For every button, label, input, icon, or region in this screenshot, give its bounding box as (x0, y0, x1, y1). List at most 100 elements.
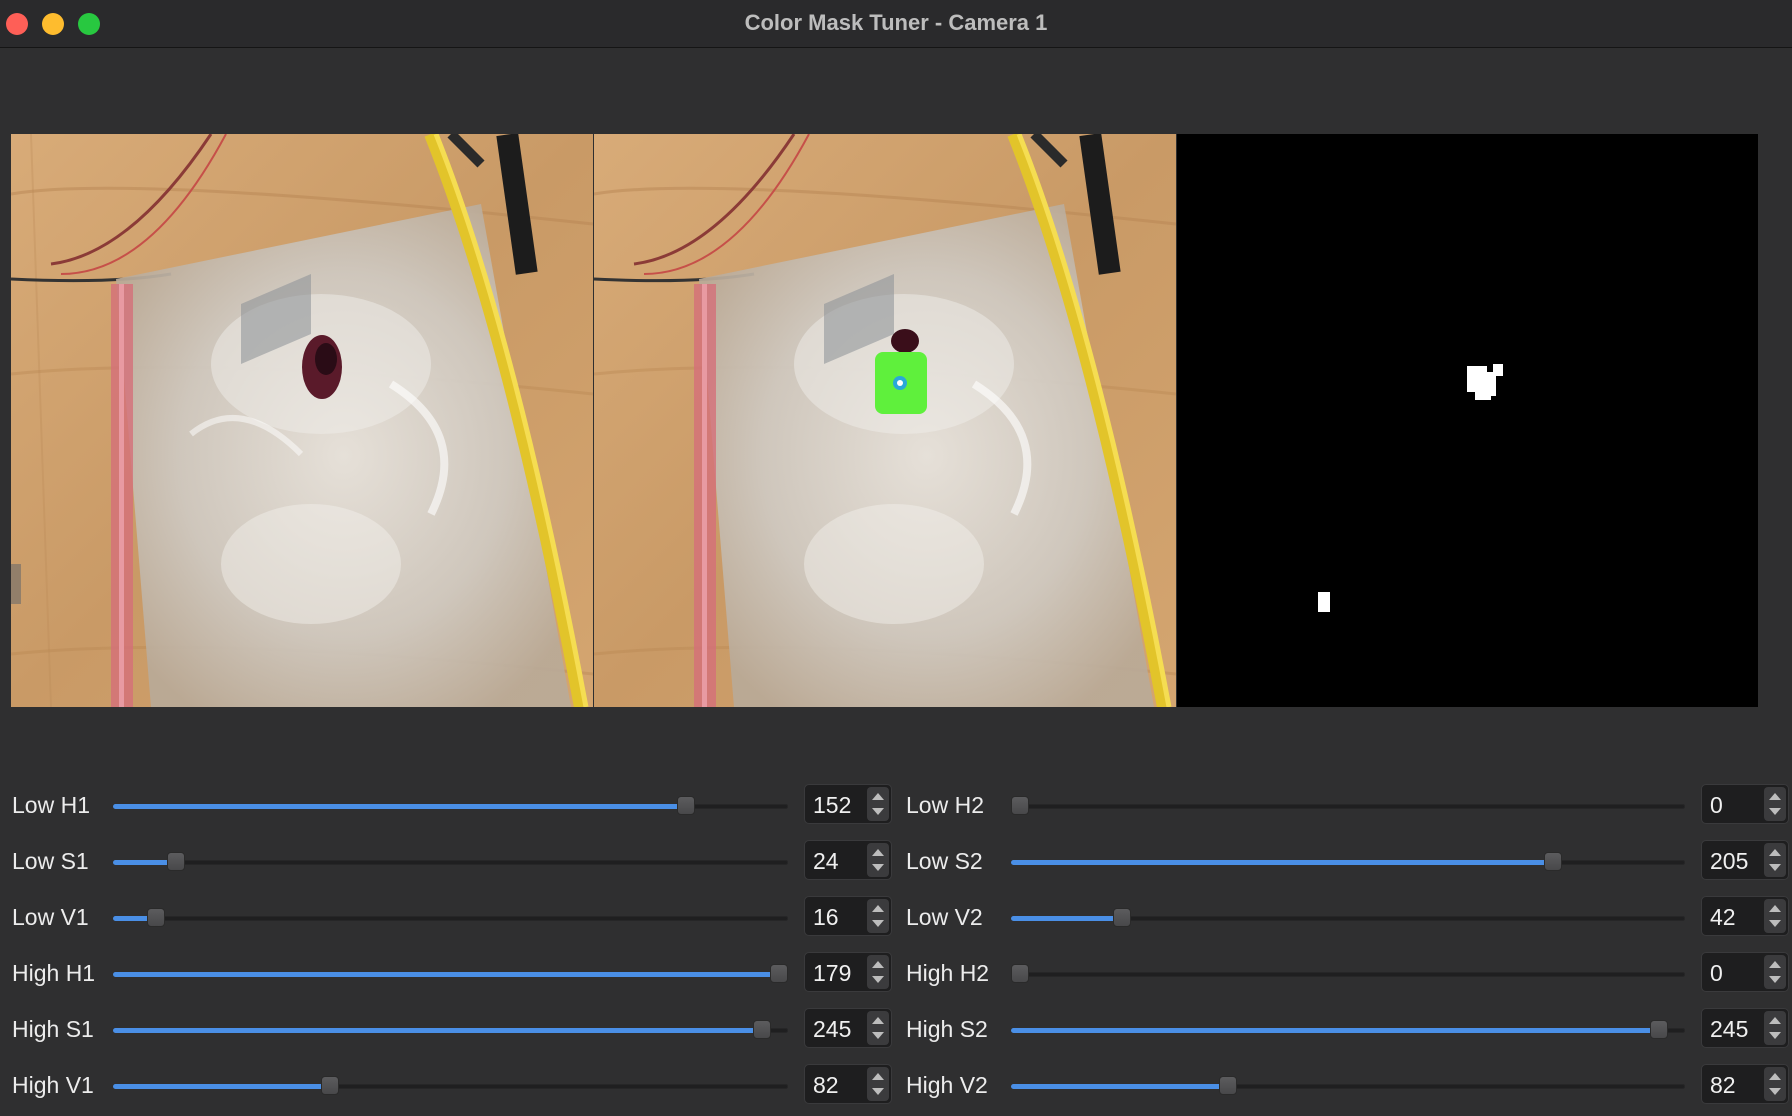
chevron-down-icon[interactable] (1769, 808, 1781, 815)
chevron-up-icon[interactable] (1769, 1073, 1781, 1080)
slider-thumb[interactable] (1113, 908, 1132, 927)
chevron-up-icon[interactable] (872, 1073, 884, 1080)
spinbox-value[interactable]: 24 (813, 848, 839, 875)
spinbox-low-v2[interactable]: 42 (1701, 896, 1789, 936)
slider-label: Low H2 (906, 792, 984, 818)
slider-thumb[interactable] (321, 1076, 340, 1095)
chevron-up-icon[interactable] (872, 793, 884, 800)
spinbox-value[interactable]: 152 (813, 792, 851, 819)
slider-low-h2[interactable] (1011, 796, 1685, 815)
slider-thumb[interactable] (1011, 796, 1029, 815)
slider-thumb[interactable] (146, 908, 165, 927)
binary-mask-view (1177, 134, 1758, 707)
spinbox-stepper[interactable] (867, 787, 889, 821)
slider-label: Low V2 (906, 904, 983, 930)
spinbox-value[interactable]: 0 (1710, 960, 1723, 987)
slider-label: High S1 (12, 1016, 94, 1042)
slider-low-v1[interactable] (113, 908, 788, 927)
chevron-down-icon[interactable] (872, 920, 884, 927)
window-title: Color Mask Tuner - Camera 1 (744, 10, 1048, 35)
slider-label: High S2 (906, 1016, 988, 1042)
chevron-down-icon[interactable] (872, 1032, 884, 1039)
spinbox-stepper[interactable] (1764, 1067, 1786, 1101)
spinbox-low-h2[interactable]: 0 (1701, 784, 1789, 824)
spinbox-stepper[interactable] (867, 955, 889, 989)
spinbox-low-h1[interactable]: 152 (804, 784, 892, 824)
slider-label: Low S2 (906, 848, 983, 874)
slider-thumb[interactable] (1543, 852, 1562, 871)
slider-low-v2[interactable] (1011, 908, 1685, 927)
spinbox-value[interactable]: 0 (1710, 792, 1723, 819)
spinbox-low-v1[interactable]: 16 (804, 896, 892, 936)
chevron-down-icon[interactable] (1769, 1032, 1781, 1039)
spinbox-stepper[interactable] (867, 843, 889, 877)
spinbox-high-h1[interactable]: 179 (804, 952, 892, 992)
chevron-down-icon[interactable] (1769, 976, 1781, 983)
chevron-up-icon[interactable] (1769, 961, 1781, 968)
slider-fill (113, 1028, 762, 1033)
chevron-up-icon[interactable] (1769, 905, 1781, 912)
chevron-up-icon[interactable] (872, 1017, 884, 1024)
spinbox-value[interactable]: 82 (813, 1072, 839, 1099)
spinbox-high-v2[interactable]: 82 (1701, 1064, 1789, 1104)
spinbox-low-s1[interactable]: 24 (804, 840, 892, 880)
spinbox-stepper[interactable] (1764, 1011, 1786, 1045)
annotated-detection-view (594, 134, 1176, 707)
spinbox-stepper[interactable] (1764, 843, 1786, 877)
spinbox-high-s1[interactable]: 245 (804, 1008, 892, 1048)
spinbox-value[interactable]: 16 (813, 904, 839, 931)
spinbox-stepper[interactable] (867, 899, 889, 933)
slider-thumb[interactable] (677, 796, 696, 815)
slider-thumb[interactable] (167, 852, 186, 871)
chevron-down-icon[interactable] (1769, 920, 1781, 927)
slider-high-v2[interactable] (1011, 1076, 1685, 1095)
chevron-up-icon[interactable] (1769, 1017, 1781, 1024)
chevron-up-icon[interactable] (872, 849, 884, 856)
spinbox-stepper[interactable] (867, 1067, 889, 1101)
spinbox-value[interactable]: 245 (1710, 1016, 1748, 1043)
spinbox-high-s2[interactable]: 245 (1701, 1008, 1789, 1048)
slider-high-s2[interactable] (1011, 1020, 1685, 1039)
chevron-up-icon[interactable] (872, 961, 884, 968)
slider-thumb[interactable] (770, 964, 788, 983)
slider-high-h2[interactable] (1011, 964, 1685, 983)
spinbox-stepper[interactable] (1764, 955, 1786, 989)
slider-thumb[interactable] (1011, 964, 1029, 983)
spinbox-value[interactable]: 205 (1710, 848, 1748, 875)
slider-high-v1[interactable] (113, 1076, 788, 1095)
chevron-down-icon[interactable] (872, 1088, 884, 1095)
slider-fill (1011, 860, 1553, 865)
spinbox-value[interactable]: 245 (813, 1016, 851, 1043)
chevron-down-icon[interactable] (1769, 1088, 1781, 1095)
slider-high-h1[interactable] (113, 964, 788, 983)
spinbox-low-s2[interactable]: 205 (1701, 840, 1789, 880)
title-bar: Color Mask Tuner - Camera 1 (0, 0, 1792, 48)
chevron-up-icon[interactable] (1769, 793, 1781, 800)
spinbox-stepper[interactable] (867, 1011, 889, 1045)
chevron-up-icon[interactable] (872, 905, 884, 912)
chevron-down-icon[interactable] (872, 808, 884, 815)
slider-thumb[interactable] (752, 1020, 771, 1039)
slider-low-h1[interactable] (113, 796, 788, 815)
spinbox-value[interactable]: 82 (1710, 1072, 1736, 1099)
spinbox-stepper[interactable] (1764, 899, 1786, 933)
chevron-down-icon[interactable] (1769, 864, 1781, 871)
slider-label: Low H1 (12, 792, 90, 818)
chevron-down-icon[interactable] (872, 864, 884, 871)
slider-thumb[interactable] (1219, 1076, 1238, 1095)
spinbox-value[interactable]: 42 (1710, 904, 1736, 931)
slider-thumb[interactable] (1649, 1020, 1668, 1039)
slider-low-s2[interactable] (1011, 852, 1685, 871)
slider-label: High V1 (12, 1072, 94, 1098)
chevron-down-icon[interactable] (872, 976, 884, 983)
slider-label: Low V1 (12, 904, 89, 930)
slider-high-s1[interactable] (113, 1020, 788, 1039)
spinbox-high-h2[interactable]: 0 (1701, 952, 1789, 992)
spinbox-value[interactable]: 179 (813, 960, 851, 987)
slider-low-s1[interactable] (113, 852, 788, 871)
slider-fill (113, 1084, 331, 1089)
spinbox-high-v1[interactable]: 82 (804, 1064, 892, 1104)
spinbox-stepper[interactable] (1764, 787, 1786, 821)
chevron-up-icon[interactable] (1769, 849, 1781, 856)
slider-fill (1011, 1084, 1229, 1089)
